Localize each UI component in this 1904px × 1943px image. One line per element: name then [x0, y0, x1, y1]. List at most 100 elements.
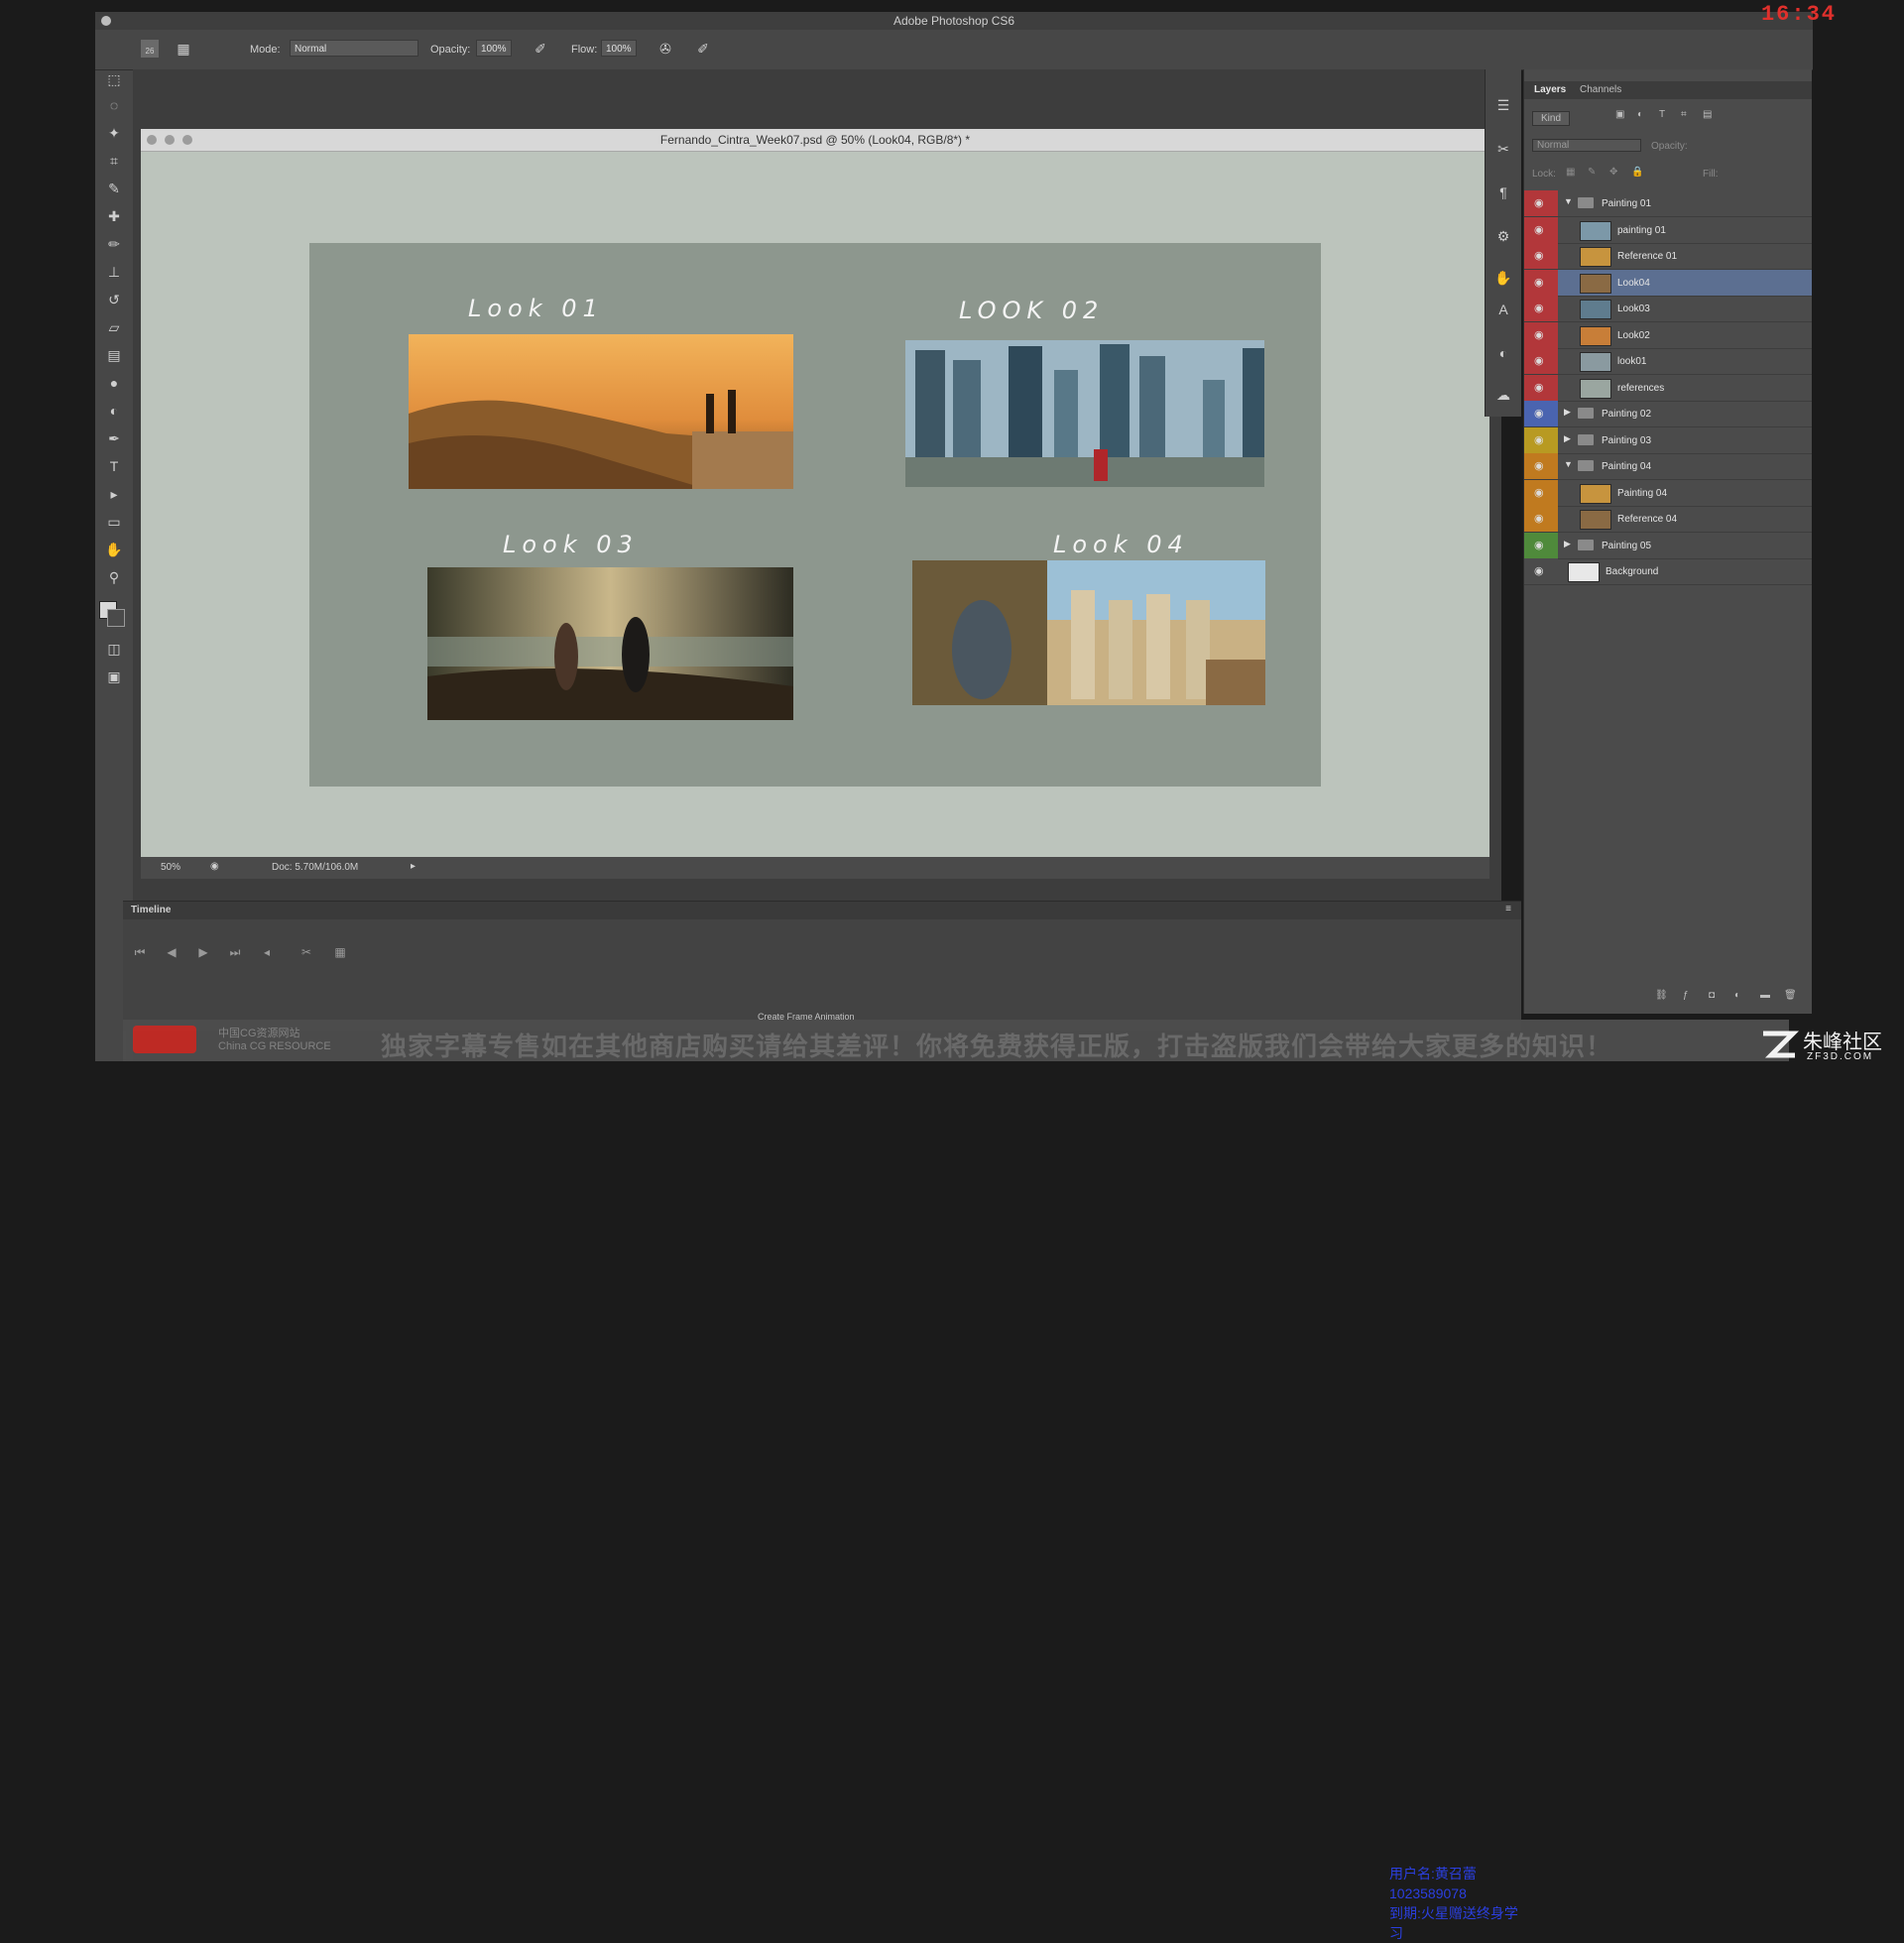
- filter-adjustment-icon[interactable]: ◐: [1637, 109, 1643, 120]
- pressure-size-icon[interactable]: ✐: [694, 40, 712, 58]
- expand-group-icon[interactable]: ▶: [1564, 407, 1571, 418]
- hand-tool-icon[interactable]: ✋: [104, 540, 124, 559]
- layer-visibility-toggle[interactable]: ◉: [1524, 532, 1558, 558]
- magic-wand-tool-icon[interactable]: ✦: [104, 123, 124, 143]
- collapse-group-icon[interactable]: ▼: [1564, 459, 1573, 469]
- tab-channels[interactable]: Channels: [1580, 84, 1621, 95]
- brush-presets-icon[interactable]: ✋: [1493, 268, 1513, 288]
- quick-mask-icon[interactable]: ◫: [104, 639, 124, 659]
- 3d-panel-icon[interactable]: ☁: [1493, 385, 1513, 405]
- layer-visibility-toggle[interactable]: ◉: [1524, 216, 1558, 243]
- artboard[interactable]: Look 01 LOOK 02 Look 03 Look 04: [309, 243, 1321, 787]
- layer-row[interactable]: ◉ Look04: [1524, 269, 1812, 297]
- lock-transparent-icon[interactable]: ▦: [1566, 167, 1575, 178]
- tab-layers[interactable]: Layers: [1534, 84, 1566, 95]
- pen-tool-icon[interactable]: ✒: [104, 428, 124, 448]
- layer-group-row[interactable]: ◉ ▼ Painting 01: [1524, 190, 1812, 217]
- layer-visibility-toggle[interactable]: ◉: [1524, 401, 1558, 426]
- layer-group-row[interactable]: ◉ ▼ Painting 04: [1524, 453, 1812, 480]
- history-panel-icon[interactable]: ☰: [1493, 95, 1513, 115]
- layer-row[interactable]: ◉ Painting 04: [1524, 479, 1812, 507]
- mode-select[interactable]: Normal: [290, 40, 418, 57]
- filter-kind-select[interactable]: Kind: [1532, 111, 1571, 126]
- status-info-icon[interactable]: ◉: [210, 861, 219, 872]
- layer-visibility-toggle[interactable]: ◉: [1524, 506, 1558, 532]
- expand-group-icon[interactable]: ▶: [1564, 433, 1571, 444]
- layer-visibility-toggle[interactable]: ◉: [1524, 348, 1558, 374]
- background-color-swatch[interactable]: [107, 609, 125, 627]
- layer-row[interactable]: ◉ Reference 01: [1524, 243, 1812, 270]
- new-group-icon[interactable]: ▬: [1760, 990, 1770, 1001]
- transition-icon[interactable]: ▦: [331, 943, 349, 961]
- color-panel-icon[interactable]: ◐: [1493, 343, 1513, 363]
- delete-layer-icon[interactable]: 🗑: [1784, 990, 1797, 1001]
- gradient-tool-icon[interactable]: ▤: [104, 345, 124, 365]
- clone-stamp-tool-icon[interactable]: ⊥: [104, 262, 124, 282]
- eyedropper-tool-icon[interactable]: ✎: [104, 179, 124, 198]
- next-frame-icon[interactable]: ⏭: [226, 943, 244, 961]
- pressure-opacity-icon[interactable]: ✐: [532, 40, 549, 58]
- filter-shape-icon[interactable]: ⌗: [1681, 109, 1687, 120]
- blend-mode-select[interactable]: Normal: [1532, 139, 1641, 152]
- path-selection-tool-icon[interactable]: ▸: [104, 484, 124, 504]
- lock-all-icon[interactable]: 🔒: [1631, 167, 1643, 178]
- filter-type-icon[interactable]: T: [1659, 109, 1665, 120]
- status-menu-arrow-icon[interactable]: ▸: [411, 861, 416, 872]
- create-frame-animation-button[interactable]: Create Frame Animation: [758, 1012, 855, 1022]
- eraser-tool-icon[interactable]: ▱: [104, 317, 124, 337]
- crop-tool-icon[interactable]: ⌗: [104, 151, 124, 171]
- marquee-tool-icon[interactable]: ⬚: [104, 69, 124, 89]
- layer-visibility-toggle[interactable]: ◉: [1524, 374, 1558, 401]
- layer-row[interactable]: ◉ painting 01: [1524, 216, 1812, 244]
- flow-field[interactable]: 100%: [601, 40, 637, 57]
- airbrush-icon[interactable]: ✇: [656, 40, 674, 58]
- lock-image-icon[interactable]: ✎: [1588, 167, 1596, 178]
- lock-position-icon[interactable]: ✥: [1609, 167, 1617, 178]
- opacity-field[interactable]: 100%: [476, 40, 512, 57]
- expand-group-icon[interactable]: ▶: [1564, 539, 1571, 549]
- layer-style-icon[interactable]: ƒ: [1683, 990, 1689, 1001]
- collapse-group-icon[interactable]: ▼: [1564, 196, 1573, 206]
- adjustments-panel-icon[interactable]: ⚙: [1493, 226, 1513, 246]
- dodge-tool-icon[interactable]: ◐: [104, 401, 124, 421]
- screen-mode-icon[interactable]: ▣: [104, 667, 124, 686]
- timeline-menu-icon[interactable]: ≡: [1505, 904, 1511, 914]
- layer-row[interactable]: ◉ Look02: [1524, 321, 1812, 349]
- layer-visibility-toggle[interactable]: ◉: [1524, 321, 1558, 348]
- layer-visibility-toggle[interactable]: ◉: [1524, 558, 1558, 584]
- document-tab[interactable]: Fernando_Cintra_Week07.psd @ 50% (Look04…: [141, 129, 1489, 152]
- layer-visibility-toggle[interactable]: ◉: [1524, 426, 1558, 453]
- layer-visibility-toggle[interactable]: ◉: [1524, 479, 1558, 506]
- blur-tool-icon[interactable]: ●: [104, 373, 124, 393]
- previous-frame-icon[interactable]: ◀: [163, 943, 180, 961]
- filter-pixel-icon[interactable]: ▣: [1615, 109, 1624, 120]
- layer-visibility-toggle[interactable]: ◉: [1524, 296, 1558, 321]
- layer-group-row[interactable]: ◉ ▶ Painting 05: [1524, 532, 1812, 559]
- layer-visibility-toggle[interactable]: ◉: [1524, 190, 1558, 216]
- brush-tool-icon[interactable]: ✏: [104, 234, 124, 254]
- link-layers-icon[interactable]: ⛓: [1655, 990, 1668, 1001]
- brush-preset-picker[interactable]: 26: [141, 40, 159, 58]
- zoom-tool-icon[interactable]: ⚲: [104, 567, 124, 587]
- type-tool-icon[interactable]: T: [104, 456, 124, 476]
- audio-icon[interactable]: ◂: [258, 943, 276, 961]
- layer-row[interactable]: ◉ references: [1524, 374, 1812, 402]
- layer-visibility-toggle[interactable]: ◉: [1524, 269, 1558, 296]
- new-adjustment-icon[interactable]: ◐: [1734, 990, 1740, 1001]
- layer-row[interactable]: ◉ Background: [1524, 558, 1812, 585]
- play-icon[interactable]: ▶: [194, 943, 212, 961]
- lasso-tool-icon[interactable]: ◌: [104, 95, 124, 115]
- brush-panel-toggle-icon[interactable]: ▦: [175, 40, 192, 58]
- character-panel-icon[interactable]: A: [1493, 300, 1513, 319]
- shape-tool-icon[interactable]: ▭: [104, 512, 124, 532]
- healing-brush-tool-icon[interactable]: ✚: [104, 206, 124, 226]
- history-brush-tool-icon[interactable]: ↺: [104, 290, 124, 309]
- layer-row[interactable]: ◉ look01: [1524, 348, 1812, 375]
- filter-smart-object-icon[interactable]: ▤: [1703, 109, 1712, 120]
- split-icon[interactable]: ✂: [298, 943, 315, 961]
- layer-row[interactable]: ◉ Reference 04: [1524, 506, 1812, 533]
- zoom-level[interactable]: 50%: [161, 862, 180, 873]
- layer-visibility-toggle[interactable]: ◉: [1524, 453, 1558, 479]
- paragraph-panel-icon[interactable]: ¶: [1493, 182, 1513, 202]
- layer-group-row[interactable]: ◉ ▶ Painting 02: [1524, 401, 1812, 427]
